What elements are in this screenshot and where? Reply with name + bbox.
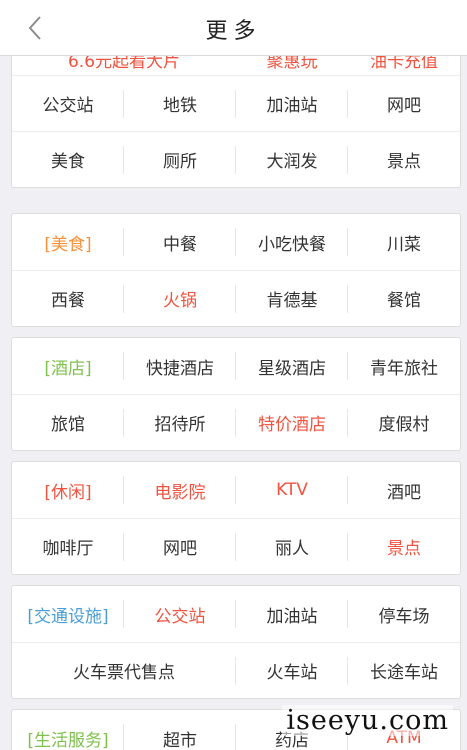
promo-fuel-card-link[interactable]: 油卡充值 — [348, 56, 460, 72]
transport-category-label[interactable]: [交通设施] — [12, 586, 124, 642]
hotel-item-discount[interactable]: 特价酒店 — [236, 395, 348, 450]
transport-item-bus-stop[interactable]: 公交站 — [124, 586, 236, 642]
food-row: [美食] 中餐 小吃快餐 川菜 — [12, 214, 460, 270]
food-row: 西餐 火锅 肯德基 餐馆 — [12, 270, 460, 326]
quick-row: 美食 厕所 大润发 景点 — [12, 131, 460, 187]
watermark: iseeyu.com — [282, 705, 453, 736]
hotel-row: [酒店] 快捷酒店 星级酒店 青年旅社 — [12, 338, 460, 394]
promo-juhui-link[interactable]: 聚惠玩 — [236, 56, 348, 72]
quick-entry-card: 6.6元起看大片 聚惠玩 油卡充值 公交站 地铁 加油站 网吧 美食 厕所 大润… — [11, 56, 461, 188]
transport-item-parking[interactable]: 停车场 — [348, 586, 460, 642]
leisure-item-cafe[interactable]: 咖啡厅 — [12, 519, 124, 574]
quick-item-toilet[interactable]: 厕所 — [124, 132, 236, 187]
hotel-item-guesthouse[interactable]: 招待所 — [124, 395, 236, 450]
hotel-item-star[interactable]: 星级酒店 — [236, 338, 348, 394]
food-item-chinese[interactable]: 中餐 — [124, 214, 236, 270]
quick-item-gas-station[interactable]: 加油站 — [236, 76, 348, 131]
leisure-item-beauty[interactable]: 丽人 — [236, 519, 348, 574]
leisure-category-label[interactable]: [休闲] — [12, 462, 124, 518]
quick-item-food[interactable]: 美食 — [12, 132, 124, 187]
leisure-item-internet-cafe[interactable]: 网吧 — [124, 519, 236, 574]
quick-item-scenic-spot[interactable]: 景点 — [348, 132, 460, 187]
food-item-hotpot[interactable]: 火锅 — [124, 271, 236, 326]
quick-item-subway[interactable]: 地铁 — [124, 76, 236, 131]
hotel-row: 旅馆 招待所 特价酒店 度假村 — [12, 394, 460, 450]
food-item-restaurant[interactable]: 餐馆 — [348, 271, 460, 326]
hotel-item-express[interactable]: 快捷酒店 — [124, 338, 236, 394]
leisure-item-scenic-spot[interactable]: 景点 — [348, 519, 460, 574]
leisure-item-bar[interactable]: 酒吧 — [348, 462, 460, 518]
quick-item-bus-stop[interactable]: 公交站 — [12, 76, 124, 131]
leisure-row: 咖啡厅 网吧 丽人 景点 — [12, 518, 460, 574]
leisure-item-ktv[interactable]: KTV — [236, 462, 348, 518]
quick-row: 公交站 地铁 加油站 网吧 — [12, 75, 460, 131]
hotel-item-inn[interactable]: 旅馆 — [12, 395, 124, 450]
leisure-row: [休闲] 电影院 KTV 酒吧 — [12, 462, 460, 518]
life-category-label[interactable]: [生活服务] — [12, 710, 124, 750]
quick-item-internet-cafe[interactable]: 网吧 — [348, 76, 460, 131]
hotel-item-hostel[interactable]: 青年旅社 — [348, 338, 460, 394]
food-category-label[interactable]: [美食] — [12, 214, 124, 270]
food-item-sichuan[interactable]: 川菜 — [348, 214, 460, 270]
hotel-category-label[interactable]: [酒店] — [12, 338, 124, 394]
transport-item-gas-station[interactable]: 加油站 — [236, 586, 348, 642]
transport-row: [交通设施] 公交站 加油站 停车场 — [12, 586, 460, 642]
promo-movie-link[interactable]: 6.6元起看大片 — [12, 56, 236, 72]
transport-item-train-station[interactable]: 火车站 — [236, 643, 348, 698]
hotel-card: [酒店] 快捷酒店 星级酒店 青年旅社 旅馆 招待所 特价酒店 度假村 — [11, 337, 461, 451]
promo-row: 6.6元起看大片 聚惠玩 油卡充值 — [12, 56, 460, 75]
quick-item-rt-mart[interactable]: 大润发 — [236, 132, 348, 187]
food-item-snacks[interactable]: 小吃快餐 — [236, 214, 348, 270]
category-list[interactable]: 6.6元起看大片 聚惠玩 油卡充值 公交站 地铁 加油站 网吧 美食 厕所 大润… — [0, 56, 467, 750]
food-card: [美食] 中餐 小吃快餐 川菜 西餐 火锅 肯德基 餐馆 — [11, 213, 461, 327]
transport-item-ticket-agency[interactable]: 火车票代售点 — [12, 643, 236, 698]
leisure-item-cinema[interactable]: 电影院 — [124, 462, 236, 518]
food-item-western[interactable]: 西餐 — [12, 271, 124, 326]
food-item-kfc[interactable]: 肯德基 — [236, 271, 348, 326]
transport-card: [交通设施] 公交站 加油站 停车场 火车票代售点 火车站 长途车站 — [11, 585, 461, 699]
life-item-supermarket[interactable]: 超市 — [124, 710, 236, 750]
leisure-card: [休闲] 电影院 KTV 酒吧 咖啡厅 网吧 丽人 景点 — [11, 461, 461, 575]
page-title: 更多 — [205, 19, 262, 44]
nav-bar: 更多 — [0, 0, 467, 56]
transport-row: 火车票代售点 火车站 长途车站 — [12, 642, 460, 698]
transport-item-coach-station[interactable]: 长途车站 — [348, 643, 460, 698]
hotel-item-resort[interactable]: 度假村 — [348, 395, 460, 450]
